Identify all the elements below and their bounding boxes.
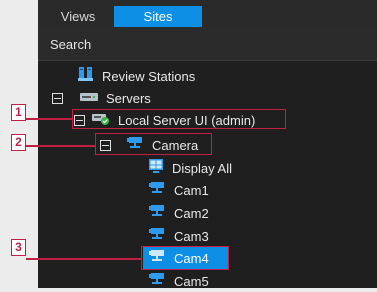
search-label: Search xyxy=(50,37,92,52)
callout-3-line xyxy=(26,258,141,260)
tab-bar: Views Sites xyxy=(38,0,377,27)
cam1-label: Cam1 xyxy=(174,182,209,198)
server-icon xyxy=(80,89,98,107)
review-stations-icon xyxy=(78,66,94,87)
callout-3: 3 xyxy=(11,239,26,256)
tree-item-servers[interactable]: Servers xyxy=(52,87,151,109)
cam3-label: Cam3 xyxy=(174,228,209,244)
camera-icon xyxy=(148,227,166,246)
tree-item-cam1[interactable]: Cam1 xyxy=(148,179,209,201)
tree-item-cam2[interactable]: Cam2 xyxy=(148,202,209,224)
callout-2-line xyxy=(26,145,95,147)
callout-2: 2 xyxy=(11,134,26,151)
tab-sites[interactable]: Sites xyxy=(114,6,202,27)
servers-label: Servers xyxy=(106,90,151,106)
callout-1: 1 xyxy=(11,104,26,121)
tab-views[interactable]: Views xyxy=(48,6,108,27)
display-all-label: Display All xyxy=(172,160,232,176)
cam5-label: Cam5 xyxy=(174,273,209,289)
review-stations-label: Review Stations xyxy=(102,68,196,84)
collapse-servers-icon[interactable] xyxy=(52,92,63,104)
tree-item-display-all[interactable]: Display All xyxy=(148,157,232,179)
cam2-label: Cam2 xyxy=(174,205,209,221)
tree-item-review-stations[interactable]: Review Stations xyxy=(78,65,195,87)
camera-icon xyxy=(148,204,166,223)
tree-item-cam3[interactable]: Cam3 xyxy=(148,225,209,247)
callout-2-highlight xyxy=(95,133,212,155)
callout-1-highlight xyxy=(72,109,286,129)
camera-icon xyxy=(148,181,166,200)
callout-1-line xyxy=(26,118,72,120)
search-bar[interactable]: Search xyxy=(38,27,377,61)
tree-item-cam5[interactable]: Cam5 xyxy=(148,270,209,292)
display-all-icon xyxy=(148,158,164,179)
callout-3-highlight xyxy=(141,246,229,270)
